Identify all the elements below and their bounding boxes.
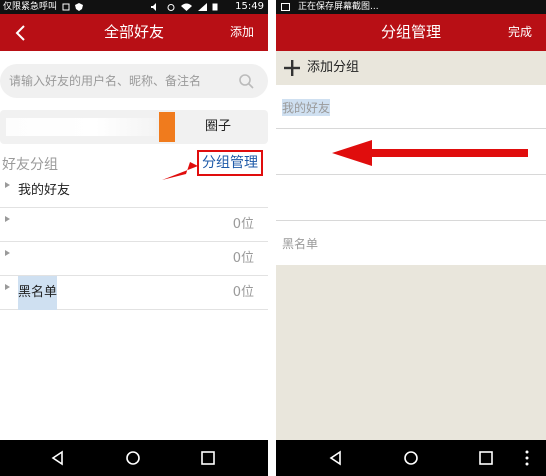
app-header: 全部好友 添加: [0, 14, 268, 51]
group-count: 0位: [232, 217, 254, 232]
group-row-2[interactable]: 0位: [0, 242, 268, 276]
status-bar: 仅限紧急呼叫 15:49: [0, 0, 268, 14]
search-input[interactable]: [9, 64, 229, 98]
friends-screen: 仅限紧急呼叫 15:49 全部好友 添加 圈子 好友分组 分组管理 我的好友 0…: [0, 0, 268, 476]
search-bar[interactable]: [0, 64, 268, 98]
group-manage-screen: 正在保存屏幕截图... 分组管理 完成 添加分组 我的好友 黑名单: [276, 0, 546, 476]
nav-home-icon[interactable]: [125, 450, 141, 466]
add-group-label: 添加分组: [307, 60, 360, 75]
group-row-3[interactable]: 黑名单 0位: [0, 276, 268, 310]
annotation-arrow: [332, 140, 528, 166]
mute-icon: [151, 3, 156, 11]
plus-icon: [284, 60, 300, 76]
battery-icon: [212, 3, 218, 11]
menu-dots-icon[interactable]: [524, 450, 530, 466]
app-header: 分组管理 完成: [276, 14, 546, 51]
group-name: 我的好友: [282, 99, 331, 116]
groups-section-title: 好友分组: [2, 157, 58, 173]
nav-recents-icon[interactable]: [478, 450, 494, 466]
group-name: 我的好友: [18, 183, 71, 198]
expand-arrow-icon: [5, 216, 10, 222]
group-row-1[interactable]: 0位: [0, 208, 268, 242]
system-nav-bar: [0, 440, 268, 476]
group-edit-item-0[interactable]: 我的好友: [276, 85, 546, 129]
nav-recents-icon[interactable]: [200, 450, 216, 466]
expand-arrow-icon: [5, 250, 10, 256]
nav-home-icon[interactable]: [403, 450, 419, 466]
alarm-icon: [167, 4, 175, 11]
page-title: 全部好友: [103, 23, 164, 41]
system-nav-bar: [276, 440, 546, 476]
nav-back-icon[interactable]: [328, 450, 344, 466]
group-row-0[interactable]: 我的好友: [0, 174, 268, 208]
group-count: 0位: [232, 251, 254, 266]
screenshot-status: 正在保存屏幕截图...: [298, 2, 379, 12]
circle-label: 圈子: [205, 119, 232, 134]
done-button[interactable]: 完成: [508, 14, 532, 51]
search-icon[interactable]: [238, 73, 254, 89]
carrier-status: 仅限紧急呼叫: [3, 2, 58, 12]
status-bar: 正在保存屏幕截图...: [276, 0, 546, 14]
page-title: 分组管理: [380, 23, 441, 41]
shield-icon: [75, 3, 83, 11]
group-count: 0位: [232, 285, 254, 300]
expand-arrow-icon: [5, 284, 10, 290]
group-name: 黑名单: [18, 276, 58, 310]
wifi-icon: [181, 3, 192, 11]
nav-back-icon[interactable]: [50, 450, 66, 466]
image-icon: [281, 3, 290, 11]
add-group-button[interactable]: 添加分组: [276, 51, 546, 85]
group-edit-item-2[interactable]: [276, 175, 546, 221]
circle-badge: [159, 112, 175, 142]
expand-arrow-icon: [5, 182, 10, 188]
group-edit-item-3[interactable]: 黑名单: [276, 221, 546, 265]
add-friend-button[interactable]: 添加: [230, 14, 254, 51]
usb-icon: [62, 3, 70, 11]
circle-entry[interactable]: 圈子: [0, 110, 268, 144]
screen-divider: [268, 0, 276, 476]
group-name: 黑名单: [282, 237, 319, 251]
status-time: 15:49: [235, 1, 264, 12]
signal-icon: [198, 3, 207, 11]
redacted-area: [6, 118, 156, 136]
group-manage-link[interactable]: 分组管理: [197, 150, 263, 176]
